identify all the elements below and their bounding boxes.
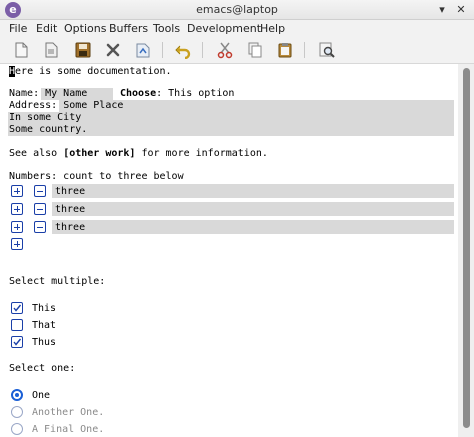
menu-development[interactable]: Development xyxy=(187,22,261,35)
scrollbar-thumb[interactable] xyxy=(463,68,470,428)
address-line-1: Address: Some Place xyxy=(9,100,124,111)
number-field-bg xyxy=(52,220,454,234)
number-field-bg xyxy=(52,202,454,216)
see-also-line: See also [other work] for more informati… xyxy=(9,148,268,159)
number-field[interactable]: three xyxy=(55,222,85,234)
number-field[interactable]: three xyxy=(55,186,85,198)
radio-final-one-label: A Final One. xyxy=(32,424,105,435)
select-one-label: Select one: xyxy=(9,363,76,374)
checkbox-thus-label: Thus xyxy=(32,337,57,348)
menu-options[interactable]: Options xyxy=(64,22,106,35)
choose-label[interactable]: Choose xyxy=(120,88,156,99)
select-multiple-label: Select multiple: xyxy=(9,276,106,287)
menu-bar: File Edit Options Buffers Tools Developm… xyxy=(0,20,474,37)
insert-item-button[interactable] xyxy=(11,221,23,233)
paste-icon[interactable] xyxy=(276,41,294,59)
toolbar xyxy=(0,37,474,64)
cut-icon[interactable] xyxy=(216,41,234,59)
insert-item-button[interactable] xyxy=(11,203,23,215)
title-bar: e emacs@laptop ▾ ✕ xyxy=(0,0,474,20)
address-line-2[interactable]: In some City xyxy=(9,112,81,124)
window-title: emacs@laptop xyxy=(196,3,278,16)
radio-another-one-label: Another One. xyxy=(32,407,105,418)
name-line: Name: My Name xyxy=(9,88,88,99)
numbers-label: Numbers: count to three below xyxy=(9,171,184,182)
copy-icon[interactable] xyxy=(246,41,264,59)
radio-one[interactable] xyxy=(11,389,23,401)
vertical-scrollbar[interactable] xyxy=(458,64,474,437)
menu-tools[interactable]: Tools xyxy=(153,22,180,35)
save-icon[interactable] xyxy=(74,41,92,59)
name-field[interactable]: My Name xyxy=(45,88,87,99)
menu-buffers[interactable]: Buffers xyxy=(109,22,148,35)
toolbar-separator xyxy=(162,42,163,58)
menu-edit[interactable]: Edit xyxy=(36,22,57,35)
radio-one-label: One xyxy=(32,390,51,401)
checkbox-this-label: This xyxy=(32,303,57,314)
number-field-bg xyxy=(52,184,454,198)
buffer-text-area[interactable]: Here is some documentation. Name: My Nam… xyxy=(0,64,458,437)
radio-another-one[interactable] xyxy=(11,406,23,418)
checkbox-this[interactable] xyxy=(11,302,23,314)
menu-file[interactable]: File xyxy=(9,22,27,35)
undo-icon[interactable] xyxy=(174,41,192,60)
save-as-icon[interactable] xyxy=(134,41,152,59)
address-field[interactable]: Some Place xyxy=(63,100,123,111)
other-work-link[interactable]: [other work] xyxy=(63,148,135,159)
checkbox-thus[interactable] xyxy=(11,336,23,348)
toolbar-separator xyxy=(202,42,203,58)
delete-item-button[interactable] xyxy=(34,221,46,233)
address-line-3[interactable]: Some country. xyxy=(9,124,87,136)
number-field[interactable]: three xyxy=(55,204,85,216)
search-icon[interactable] xyxy=(318,41,336,59)
new-file-icon[interactable] xyxy=(12,41,30,59)
checkbox-that-label: That xyxy=(32,320,57,331)
radio-final-one[interactable] xyxy=(11,423,23,435)
delete-item-button[interactable] xyxy=(34,185,46,197)
insert-item-button[interactable] xyxy=(11,238,23,250)
checkbox-that[interactable] xyxy=(11,319,23,331)
menu-help[interactable]: Help xyxy=(260,22,285,35)
delete-item-button[interactable] xyxy=(34,203,46,215)
close-buffer-icon[interactable] xyxy=(104,41,122,59)
minimize-icon[interactable]: ▾ xyxy=(435,2,449,17)
close-icon[interactable]: ✕ xyxy=(454,2,468,17)
choose-field[interactable]: Choose: This option xyxy=(120,88,234,100)
open-file-icon[interactable] xyxy=(42,41,60,59)
toolbar-separator xyxy=(304,42,305,58)
choose-value: : This option xyxy=(156,88,235,99)
insert-item-button[interactable] xyxy=(11,185,23,197)
documentation-text: Here is some documentation. xyxy=(9,66,172,77)
